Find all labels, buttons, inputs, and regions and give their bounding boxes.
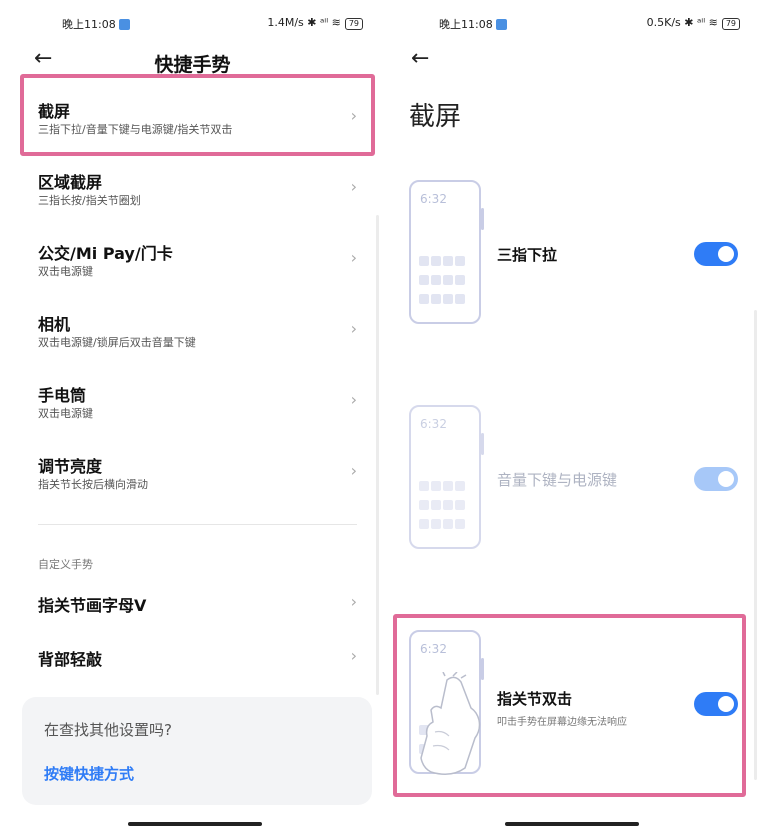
toggle-knob <box>718 471 734 487</box>
chevron-right-icon: › <box>350 646 357 665</box>
phone-clock: 6:32 <box>420 192 447 206</box>
item-subtitle: 双击电源键/锁屏后双击音量下键 <box>38 336 196 349</box>
chevron-right-icon: › <box>350 592 357 611</box>
item-title: 相机 <box>38 315 71 334</box>
gesture-label: 三指下拉 <box>497 246 558 264</box>
knuckle-double-tap-toggle[interactable] <box>694 692 738 716</box>
item-subtitle: 指关节长按后横向滑动 <box>38 478 148 491</box>
status-indicators: 1.4M/s ✱ ᵃⁱˡ ≋ 79 <box>267 16 363 30</box>
phone-clock: 6:32 <box>420 642 447 656</box>
item-title: 区域截屏 <box>38 173 103 192</box>
status-bar: 晚上11:08 1.4M/s ✱ ᵃⁱˡ ≋ 79 <box>0 14 385 32</box>
section-label: 自定义手势 <box>38 558 93 571</box>
item-title: 手电筒 <box>38 386 87 405</box>
card-question: 在查找其他设置吗? <box>44 721 172 739</box>
three-finger-toggle[interactable] <box>694 242 738 266</box>
top-bar: ← 快捷手势 <box>0 44 385 78</box>
list-item-camera[interactable]: 相机 双击电源键/锁屏后双击音量下键 › <box>0 295 385 366</box>
notification-icon <box>495 19 507 30</box>
gesture-label: 指关节双击 <box>497 690 573 708</box>
screenshot-settings-screen: 晚上11:08 0.5K/s ✱ ᵃⁱˡ ≋ 79 ← 截屏 6:32 三指下拉 … <box>385 0 770 840</box>
chevron-right-icon: › <box>350 177 357 196</box>
status-time-text: 晚上11:08 <box>439 18 493 31</box>
phone-illustration: 6:32 <box>409 405 484 549</box>
gesture-row-volume-power: 6:32 音量下键与电源键 <box>385 405 770 555</box>
status-time: 晚上11:08 <box>62 16 130 32</box>
item-subtitle: 双击电源键 <box>38 265 93 278</box>
gesture-label: 音量下键与电源键 <box>497 471 618 489</box>
toggle-knob <box>718 246 734 262</box>
gesture-description: 叩击手势在屏幕边缘无法响应 <box>497 717 627 728</box>
chevron-right-icon: › <box>350 390 357 409</box>
phone-clock: 6:32 <box>420 417 447 431</box>
notification-icon <box>118 19 130 30</box>
list-item-knuckle-v[interactable]: 指关节画字母V › <box>0 576 385 630</box>
item-subtitle: 三指下拉/音量下键与电源键/指关节双击 <box>38 123 233 136</box>
chevron-right-icon: › <box>350 461 357 480</box>
toggle-knob <box>718 696 734 712</box>
list-item-back-tap[interactable]: 背部轻敲 › <box>0 630 385 684</box>
chevron-right-icon: › <box>350 106 357 125</box>
status-time-text: 晚上11:08 <box>62 18 116 31</box>
page-title: 截屏 <box>409 102 462 132</box>
gesture-row-three-finger: 6:32 三指下拉 <box>385 180 770 330</box>
top-bar: ← <box>385 44 770 78</box>
divider <box>38 524 357 525</box>
chevron-right-icon: › <box>350 319 357 338</box>
home-indicator[interactable] <box>128 822 262 826</box>
item-title: 指关节画字母V <box>38 596 147 615</box>
page-title: 快捷手势 <box>154 54 231 76</box>
scrollbar[interactable] <box>376 215 379 695</box>
list-item-flashlight[interactable]: 手电筒 双击电源键 › <box>0 366 385 437</box>
phone-side-button <box>481 433 484 455</box>
gesture-list: 截屏 三指下拉/音量下键与电源键/指关节双击 › 区域截屏 三指长按/指关节圈划… <box>0 82 385 508</box>
list-item-brightness[interactable]: 调节亮度 指关节长按后横向滑动 › <box>0 437 385 508</box>
gesture-shortcuts-screen: 晚上11:08 1.4M/s ✱ ᵃⁱˡ ≋ 79 ← 快捷手势 截屏 三指下拉/… <box>0 0 385 840</box>
home-indicator[interactable] <box>505 822 639 826</box>
item-subtitle: 三指长按/指关节圈划 <box>38 194 141 207</box>
list-item-screenshot[interactable]: 截屏 三指下拉/音量下键与电源键/指关节双击 › <box>0 82 385 153</box>
phone-illustration: 6:32 <box>409 180 484 324</box>
back-arrow-icon[interactable]: ← <box>411 46 429 72</box>
network-speed: 0.5K/s ✱ ᵃⁱˡ ≋ <box>646 16 718 29</box>
item-title: 公交/Mi Pay/门卡 <box>38 244 173 263</box>
hand-gesture-icon <box>420 672 481 775</box>
item-title: 调节亮度 <box>38 457 103 476</box>
status-indicators: 0.5K/s ✱ ᵃⁱˡ ≋ 79 <box>647 16 740 30</box>
chevron-right-icon: › <box>350 248 357 267</box>
app-grid <box>419 255 475 312</box>
list-item-partial-screenshot[interactable]: 区域截屏 三指长按/指关节圈划 › <box>0 153 385 224</box>
network-speed: 1.4M/s ✱ ᵃⁱˡ ≋ <box>267 16 341 29</box>
phone-side-button <box>481 208 484 230</box>
button-shortcuts-link[interactable]: 按键快捷方式 <box>44 763 134 784</box>
app-grid <box>419 480 475 537</box>
status-bar: 晚上11:08 0.5K/s ✱ ᵃⁱˡ ≋ 79 <box>385 14 770 32</box>
volume-power-toggle[interactable] <box>694 467 738 491</box>
status-time: 晚上11:08 <box>439 16 507 32</box>
battery-icon: 79 <box>344 18 363 30</box>
scrollbar[interactable] <box>754 310 757 780</box>
other-settings-card: 在查找其他设置吗? 按键快捷方式 <box>22 697 372 805</box>
item-subtitle: 双击电源键 <box>38 407 93 420</box>
item-title: 背部轻敲 <box>38 650 103 669</box>
item-title: 截屏 <box>38 102 71 121</box>
battery-icon: 79 <box>721 18 740 30</box>
list-item-transit-pay[interactable]: 公交/Mi Pay/门卡 双击电源键 › <box>0 224 385 295</box>
